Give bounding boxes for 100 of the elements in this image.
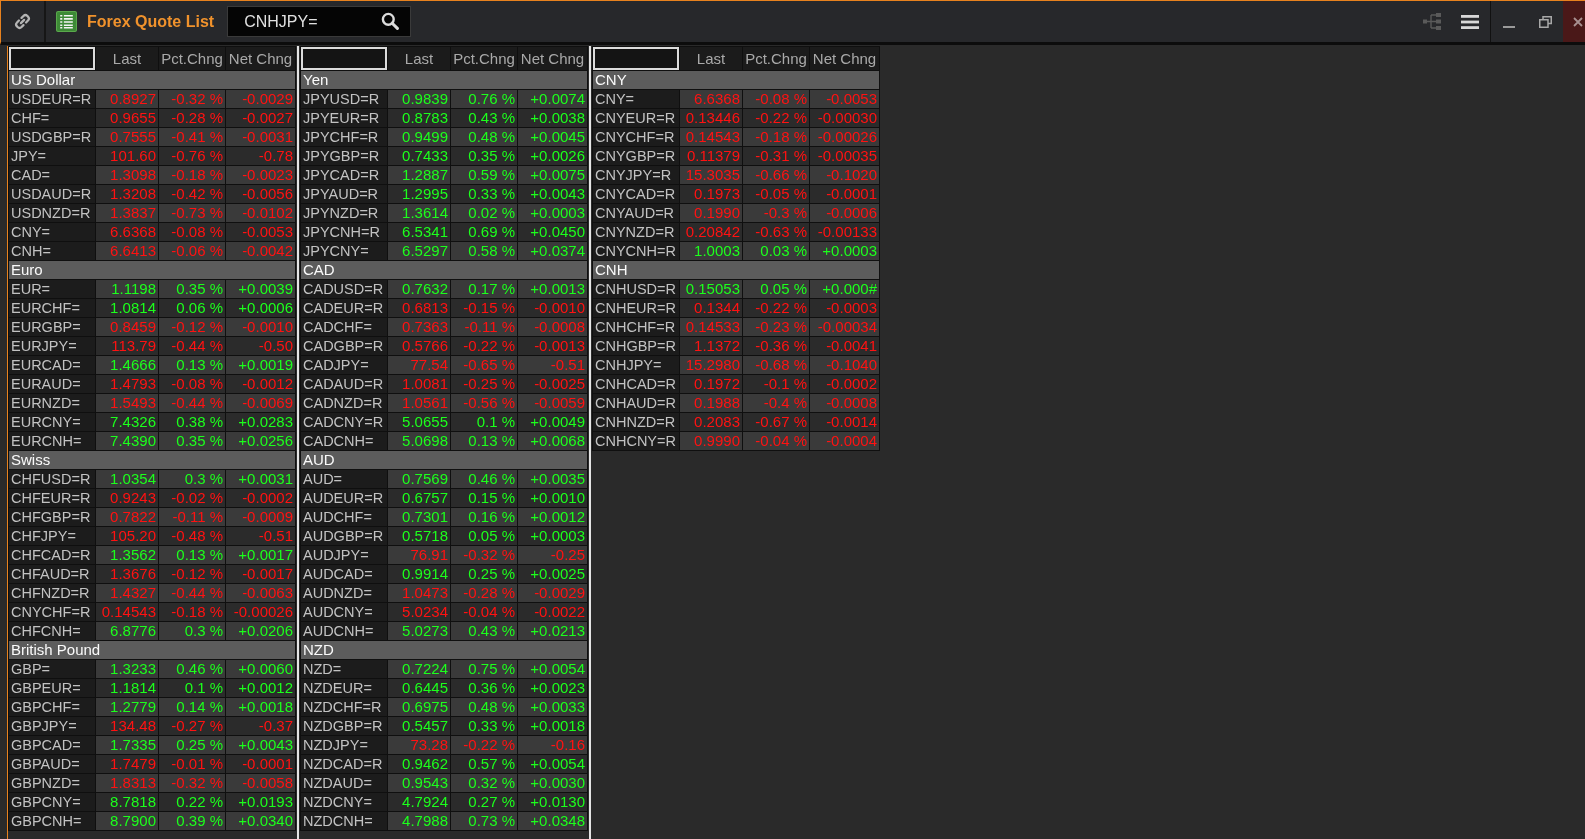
percent-change-cell: 0.33 % [451,717,517,735]
percent-change-cell: -0.1 % [743,375,809,393]
symbol-cell: CNHCHF=R [593,318,679,336]
percent-change-cell: -0.18 % [159,603,225,621]
symbol-cell: CNY= [593,90,679,108]
net-change-cell: +0.0019 [226,356,295,374]
net-change-cell: +0.0045 [518,128,587,146]
last-price-cell: 1.7335 [96,736,158,754]
last-price-cell: 0.7433 [388,147,450,165]
menu-icon[interactable] [1461,14,1479,29]
symbol-cell: EURCNH= [9,432,95,450]
last-price-cell: 1.1372 [680,337,742,355]
symbol-cell: CADCNY=R [301,413,387,431]
symbol-cell: CNY= [9,223,95,241]
group-heading: CAD [301,261,587,279]
last-price-cell: 1.3098 [96,166,158,184]
link-icon[interactable] [14,13,31,30]
percent-change-cell: -0.32 % [159,90,225,108]
net-change-cell: -0.0031 [226,128,295,146]
percent-change-cell: -0.27 % [159,717,225,735]
last-price-cell: 5.0234 [388,603,450,621]
net-change-cell: -0.78 [226,147,295,165]
net-change-cell: +0.0256 [226,432,295,450]
symbol-cell: CNYNZD=R [593,223,679,241]
percent-change-cell: -0.76 % [159,147,225,165]
symbol-input-field[interactable] [301,47,387,70]
last-price-cell: 0.8927 [96,90,158,108]
symbol-cell: JPYEUR=R [301,109,387,127]
window-title: Forex Quote List [87,12,215,31]
symbol-cell: CADGBP=R [301,337,387,355]
percent-change-cell: -0.11 % [159,508,225,526]
percent-change-cell: 0.69 % [451,223,517,241]
last-price-cell: 1.3562 [96,546,158,564]
net-change-cell: -0.0025 [518,375,587,393]
last-price-cell: 1.3208 [96,185,158,203]
net-change-cell: +0.0003 [810,242,879,260]
net-change-cell: -0.1020 [810,166,879,184]
symbol-cell: JPYCAD=R [301,166,387,184]
percent-change-cell: -0.28 % [451,584,517,602]
symbol-cell: CADCNH= [301,432,387,450]
symbol-cell: CHFCNH= [9,622,95,640]
last-price-cell: 0.9655 [96,109,158,127]
last-price-cell: 101.60 [96,147,158,165]
net-change-cell: -0.0009 [226,508,295,526]
percent-change-cell: 0.1 % [451,413,517,431]
percent-change-cell: 0.43 % [451,109,517,127]
column-header: Pct.Chng [743,47,809,70]
last-price-cell: 1.8313 [96,774,158,792]
last-price-cell: 0.14543 [680,128,742,146]
last-price-cell: 76.91 [388,546,450,564]
symbol-cell: GBPCHF= [9,698,95,716]
last-price-cell: 6.6368 [96,223,158,241]
symbol-cell: CNHCNY=R [593,432,679,450]
last-price-cell: 1.0814 [96,299,158,317]
percent-change-cell: -0.4 % [743,394,809,412]
symbol-cell: CNYJPY=R [593,166,679,184]
net-change-cell: +0.0049 [518,413,587,431]
percent-change-cell: 0.48 % [451,698,517,716]
percent-change-cell: -0.08 % [159,375,225,393]
last-price-cell: 0.7569 [388,470,450,488]
symbol-cell: CNYEUR=R [593,109,679,127]
percent-change-cell: 0.43 % [451,622,517,640]
last-price-cell: 0.8783 [388,109,450,127]
close-button[interactable] [1563,1,1585,42]
net-change-cell: +0.0003 [518,204,587,222]
column-header: Net Chng [518,47,587,70]
symbol-cell: USDAUD=R [9,185,95,203]
search-icon[interactable] [381,12,400,30]
percent-change-cell: 0.76 % [451,90,517,108]
net-change-cell: +0.0012 [226,679,295,697]
search-field[interactable]: CNHJPY= [227,6,412,37]
symbol-cell: CHFAUD=R [9,565,95,583]
percent-change-cell: -0.12 % [159,565,225,583]
percent-change-cell: -0.23 % [743,318,809,336]
percent-change-cell: -0.56 % [451,394,517,412]
symbol-cell: CHFCAD=R [9,546,95,564]
percent-change-cell: -0.32 % [159,774,225,792]
symbol-cell: EURJPY= [9,337,95,355]
symbol-input-field[interactable] [9,47,95,70]
percent-change-cell: 0.58 % [451,242,517,260]
last-price-cell: 0.14533 [680,318,742,336]
percent-change-cell: 0.05 % [451,527,517,545]
symbol-cell: NZDAUD= [301,774,387,792]
net-change-cell: -0.0023 [226,166,295,184]
symbol-input-field[interactable] [593,47,679,70]
percent-change-cell: 0.25 % [451,565,517,583]
group-heading: British Pound [9,641,295,659]
symbol-cell: JPYCNH=R [301,223,387,241]
symbol-cell: EURAUD= [9,375,95,393]
percent-change-cell: -0.28 % [159,109,225,127]
last-price-cell: 0.9914 [388,565,450,583]
percent-change-cell: 0.17 % [451,280,517,298]
symbol-cell: CHFEUR=R [9,489,95,507]
symbol-cell: CHFNZD=R [9,584,95,602]
symbol-cell: CADCHF= [301,318,387,336]
percent-change-cell: -0.36 % [743,337,809,355]
last-price-cell: 6.5341 [388,223,450,241]
net-change-cell: +0.0043 [518,185,587,203]
net-change-cell: +0.0060 [226,660,295,678]
last-price-cell: 73.28 [388,736,450,754]
